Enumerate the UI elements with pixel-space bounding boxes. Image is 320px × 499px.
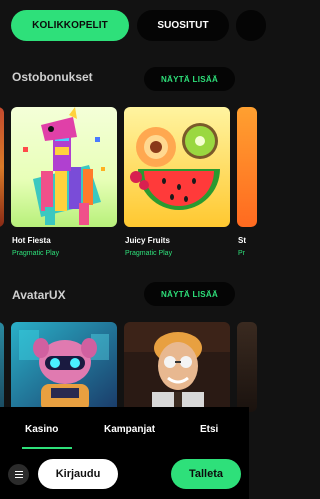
nav-tab-promotions[interactable]: Kampanjat [104, 424, 155, 435]
show-more-button-avatarux[interactable]: NÄYTÄ LISÄÄ [144, 282, 235, 306]
game-provider-hot-fiesta: Pragmatic Play [12, 250, 60, 257]
category-tab-more[interactable] [236, 10, 266, 41]
juicy-fruits-artwork [124, 107, 230, 227]
game-tile-avatarux-2[interactable] [124, 322, 230, 412]
login-button[interactable]: Kirjaudu [38, 459, 118, 489]
game-tile-juicy-fruits[interactable] [124, 107, 230, 227]
game-provider-partial: Pr [238, 250, 245, 257]
section-title-avatarux: AvatarUX [12, 288, 66, 302]
category-tab-popular[interactable]: SUOSITUT [137, 10, 229, 41]
game-name-partial: St [238, 236, 246, 245]
game-tile-avatarux-1[interactable] [11, 322, 117, 412]
active-tab-indicator [22, 447, 72, 449]
show-more-button-buy-bonus[interactable]: NÄYTÄ LISÄÄ [144, 67, 235, 91]
game-tile-partial-right-2[interactable] [237, 322, 257, 412]
game-tile-partial-left-2[interactable] [0, 322, 4, 412]
category-tab-slots[interactable]: KOLIKKOPELIT [11, 10, 129, 41]
nav-tab-search[interactable]: Etsi [200, 424, 218, 435]
deposit-button[interactable]: Talleta [171, 459, 241, 489]
game-provider-juicy-fruits: Pragmatic Play [125, 250, 173, 257]
hamburger-menu-icon[interactable] [8, 464, 29, 485]
game-tile-partial-right[interactable] [237, 107, 257, 227]
game-name-juicy-fruits: Juicy Fruits [125, 236, 170, 245]
game-tile-hot-fiesta[interactable] [11, 107, 117, 227]
section-title-buy-bonus: Ostobonukset [12, 70, 93, 84]
avatarux-2-artwork [124, 322, 230, 412]
game-tile-partial-left[interactable] [0, 107, 4, 227]
avatarux-1-artwork [11, 322, 117, 412]
hot-fiesta-artwork [11, 107, 117, 227]
nav-tab-casino[interactable]: Kasino [25, 424, 58, 435]
game-name-hot-fiesta: Hot Fiesta [12, 236, 51, 245]
